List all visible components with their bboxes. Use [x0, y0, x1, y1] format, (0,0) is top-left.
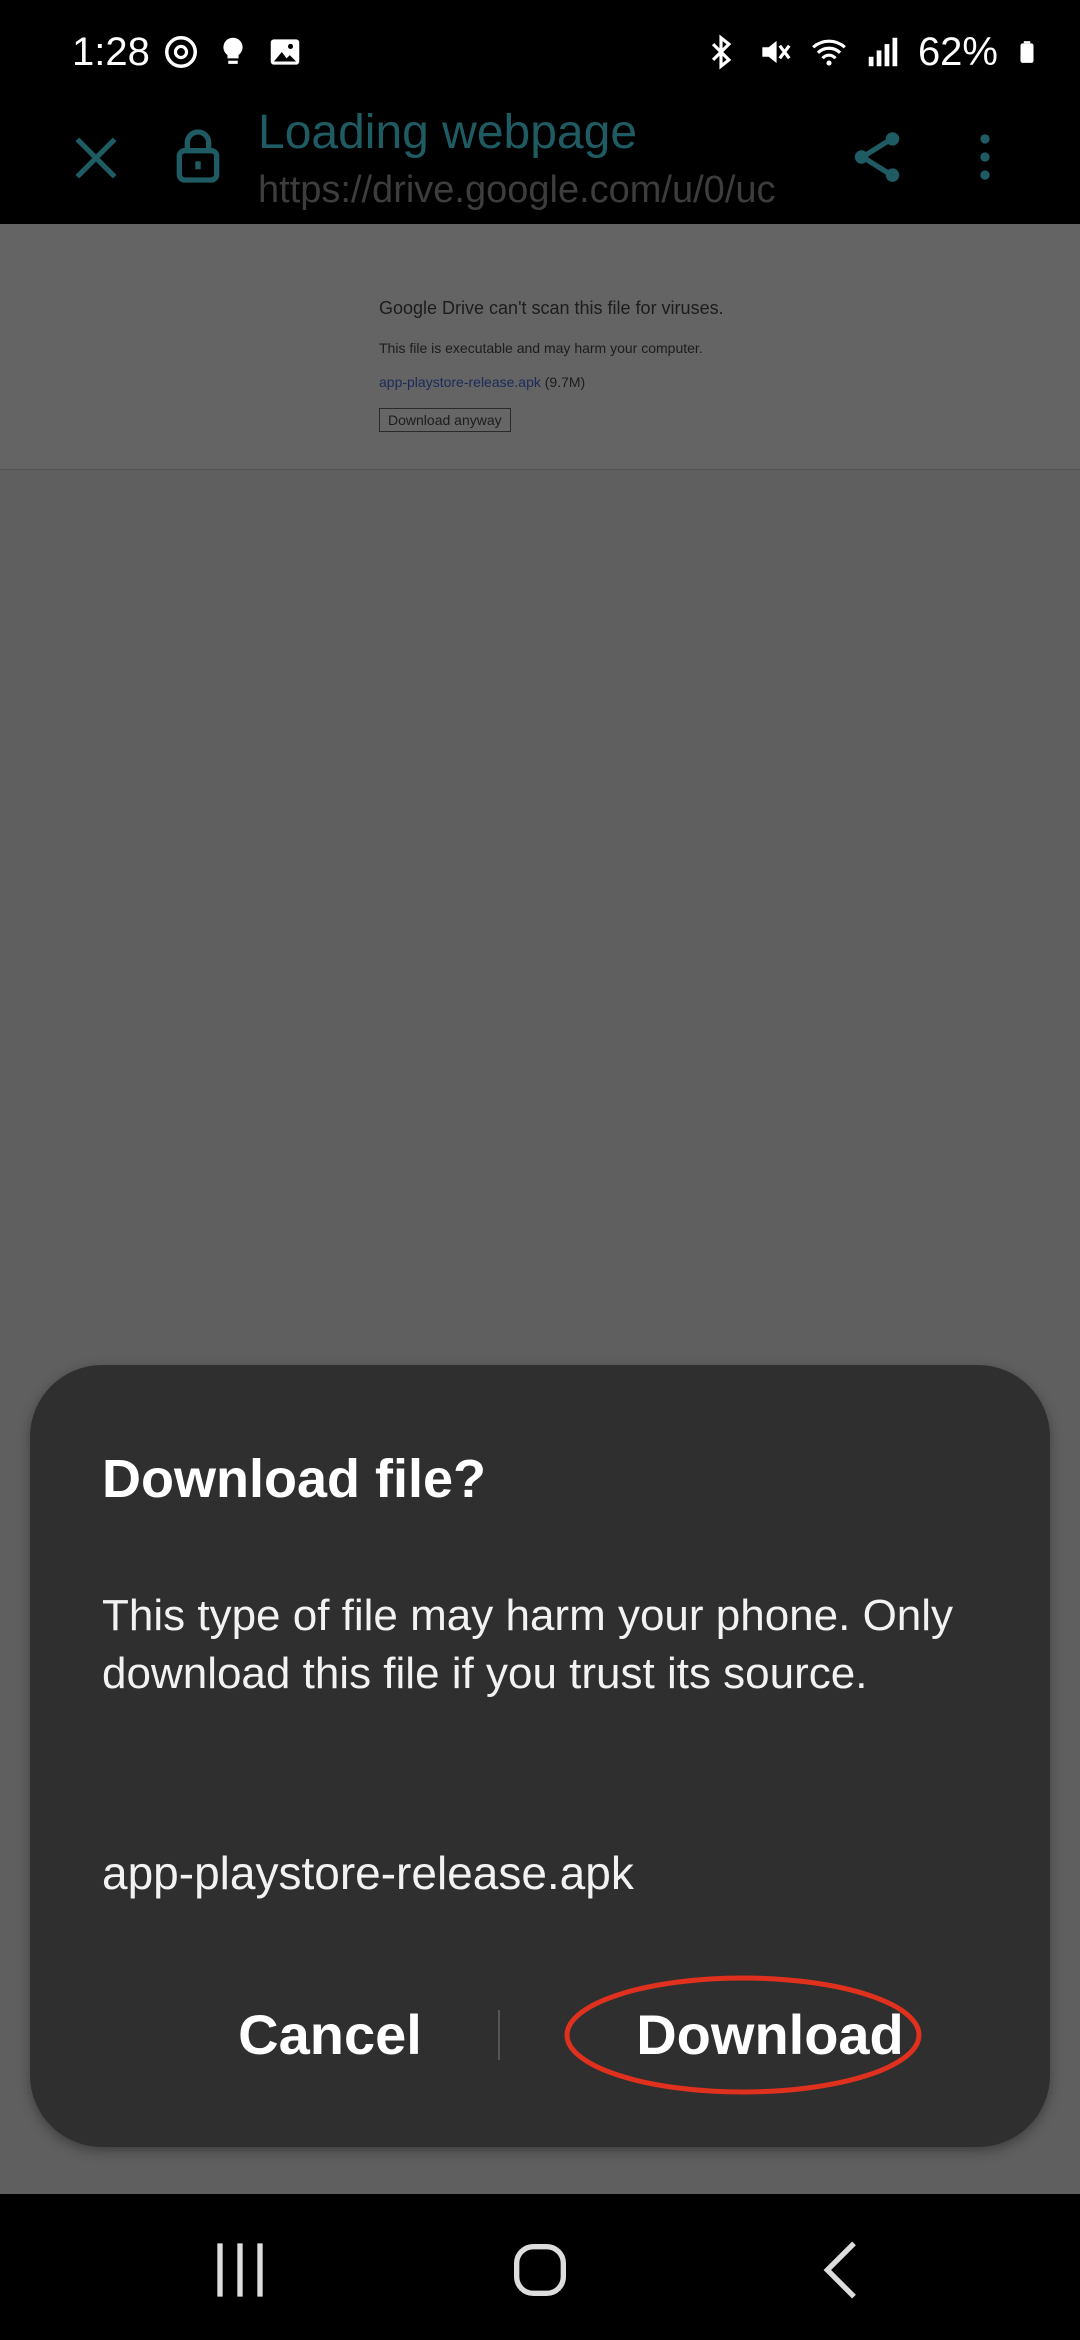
file-size: (9.7M) [540, 374, 586, 390]
dialog-title: Download file? [102, 1449, 486, 1509]
battery-icon [1020, 41, 1034, 63]
lock-icon[interactable] [166, 124, 230, 188]
dialog-message: This type of file may harm your phone. O… [102, 1591, 954, 1698]
gallery-icon [270, 39, 300, 65]
battery-percentage: 62% [917, 30, 998, 74]
file-link[interactable]: app-playstore-release.apk [379, 374, 541, 390]
sync-icon [165, 36, 197, 68]
close-icon[interactable] [68, 130, 124, 186]
recents-icon[interactable] [200, 2230, 280, 2310]
dialog-filename: app-playstore-release.apk [102, 1847, 634, 1899]
virus-scan-warning: Google Drive can't scan this file for vi… [0, 224, 1080, 470]
page-title: Loading webpage [258, 106, 638, 159]
mute-icon [762, 40, 791, 64]
button-divider [498, 2010, 500, 2060]
share-icon[interactable] [846, 126, 908, 188]
back-icon[interactable] [804, 2230, 884, 2310]
warning-heading: Google Drive can't scan this file for vi… [379, 298, 724, 318]
cancel-button[interactable]: Cancel [150, 1985, 510, 2085]
signal-icon [868, 37, 898, 67]
status-bar: 1:28 62% [0, 0, 1080, 104]
wifi-icon [812, 39, 846, 66]
download-dialog: Download file? This type of file may har… [30, 1365, 1050, 2147]
status-time: 1:28 [72, 30, 150, 74]
more-options-icon[interactable] [954, 126, 1016, 188]
warning-text: This file is executable and may harm you… [379, 340, 703, 356]
navigation-bar [0, 2194, 1080, 2340]
file-info: app-playstore-release.apk (9.7M) [379, 374, 585, 390]
bluetooth-icon [711, 34, 732, 70]
home-icon[interactable] [500, 2230, 580, 2310]
bulb-icon [223, 37, 243, 64]
browser-toolbar: Loading webpage https://drive.google.com… [0, 104, 1080, 224]
page-url[interactable]: https://drive.google.com/u/0/uc [258, 164, 806, 216]
highlight-ellipse [564, 1975, 922, 2095]
download-anyway-button[interactable]: Download anyway [379, 408, 511, 432]
